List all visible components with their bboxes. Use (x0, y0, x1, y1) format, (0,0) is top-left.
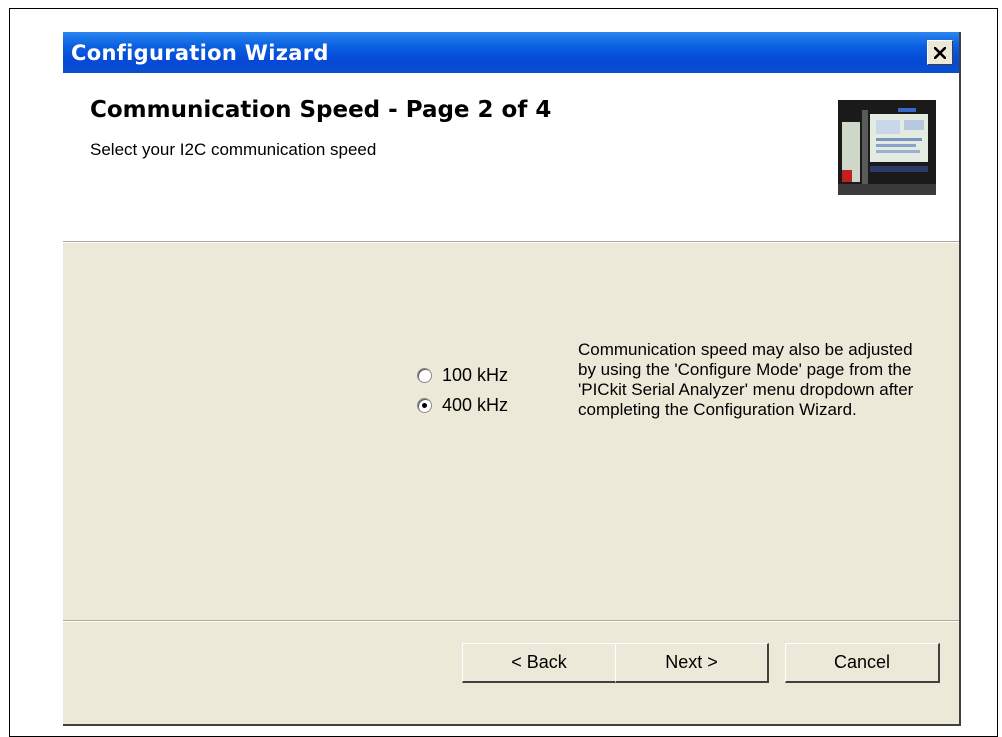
window-title: Configuration Wizard (71, 41, 329, 65)
header-divider (63, 242, 959, 243)
radio-button-icon[interactable] (417, 367, 432, 383)
next-button[interactable]: Next > (615, 643, 769, 683)
page-title: Communication Speed - Page 2 of 4 (90, 97, 552, 123)
speed-radio-group: 100 kHz 400 kHz (417, 360, 508, 420)
page-subtitle: Select your I2C communication speed (90, 140, 377, 159)
close-button[interactable] (927, 40, 953, 65)
title-bar[interactable]: Configuration Wizard (63, 32, 959, 73)
wizard-banner-icon (838, 100, 936, 195)
close-icon (934, 46, 946, 59)
footer-divider-highlight (63, 621, 959, 622)
radio-100khz-label[interactable]: 100 kHz (442, 365, 508, 386)
radio-400khz[interactable]: 400 kHz (417, 390, 508, 420)
radio-button-checked-icon[interactable] (417, 397, 432, 413)
back-button[interactable]: < Back (462, 643, 617, 683)
speed-info-text: Communication speed may also be adjusted… (578, 340, 914, 419)
radio-400khz-label[interactable]: 400 kHz (442, 395, 508, 416)
radio-100khz[interactable]: 100 kHz (417, 360, 508, 390)
cancel-button[interactable]: Cancel (785, 643, 940, 683)
